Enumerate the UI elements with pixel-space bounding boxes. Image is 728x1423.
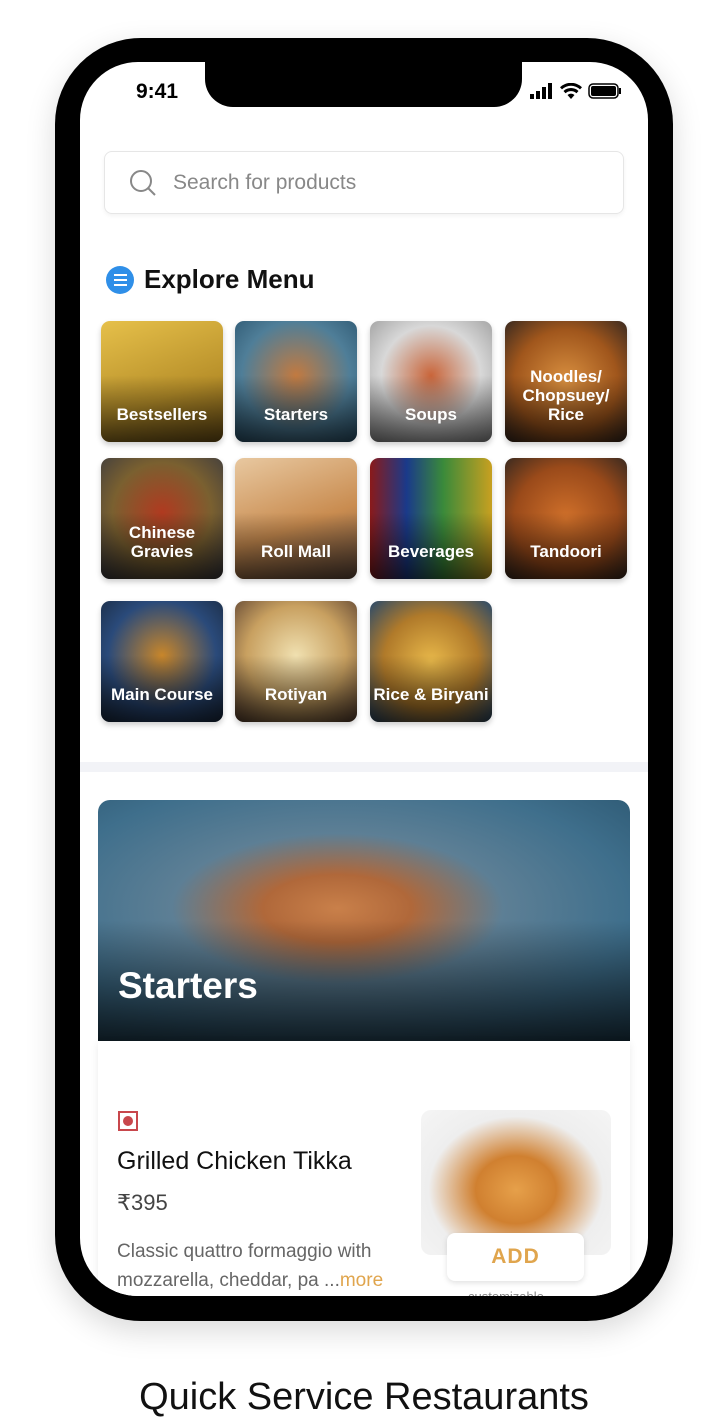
search-placeholder: Search for products [173, 170, 357, 194]
notch [205, 62, 522, 107]
category-label: Bestsellers [116, 405, 208, 424]
category-tile[interactable]: Rice & Biryani [370, 601, 492, 722]
category-label: Rice & Biryani [373, 685, 489, 704]
app-screen: 9:41 Search for products Explore Menu Be… [80, 62, 648, 1296]
category-tile[interactable]: Rotiyan [235, 601, 357, 722]
category-label: Rotiyan [264, 685, 328, 704]
category-tile[interactable]: Tandoori [505, 458, 627, 579]
customizable-label: customizable [468, 1289, 544, 1296]
item-description: Classic quattro formaggio with mozzarell… [117, 1237, 407, 1295]
category-label: Beverages [387, 542, 474, 561]
explore-menu-title: Explore Menu [144, 264, 315, 294]
category-tile[interactable]: Beverages [370, 458, 492, 579]
caption: Quick Service Restaurants [139, 1376, 589, 1418]
item-price: ₹395 [117, 1190, 168, 1215]
category-tile[interactable]: Roll Mall [235, 458, 357, 579]
category-label: Noodles/ Chopsuey/ Rice [522, 367, 610, 424]
category-tile[interactable]: Main Course [101, 601, 223, 722]
add-button[interactable]: ADD [447, 1233, 584, 1281]
category-label: Starters [263, 405, 329, 424]
item-name: Grilled Chicken Tikka [117, 1147, 352, 1175]
description-text: Classic quattro formaggio with mozzarell… [117, 1241, 372, 1291]
more-link[interactable]: more [340, 1270, 383, 1291]
category-tile[interactable]: Chinese Gravies [101, 458, 223, 579]
battery-icon [588, 83, 621, 99]
category-tile[interactable]: Starters [235, 321, 357, 442]
category-tile[interactable]: Bestsellers [101, 321, 223, 442]
status-time: 9:41 [136, 80, 179, 103]
menu-item-card[interactable]: Grilled Chicken Tikka ₹395 Classic quatt… [98, 1041, 630, 1296]
search-input[interactable]: Search for products [104, 151, 624, 214]
category-label: Main Course [110, 685, 214, 704]
category-tile[interactable]: Soups [370, 321, 492, 442]
explore-menu-header: Explore Menu [106, 264, 314, 295]
menu-list-icon [106, 265, 134, 294]
non-veg-indicator-icon [118, 1111, 138, 1131]
signal-icon [530, 83, 552, 99]
category-label: Roll Mall [261, 542, 331, 561]
section-divider [80, 762, 648, 772]
section-title: Starters [118, 965, 258, 1006]
search-icon [130, 169, 156, 196]
status-icons [530, 83, 622, 99]
category-tile[interactable]: Noodles/ Chopsuey/ Rice [505, 321, 627, 442]
wifi-icon [560, 83, 582, 99]
category-label: Tandoori [530, 542, 602, 561]
section-banner-starters[interactable]: Starters [98, 800, 630, 1041]
category-label: Soups [405, 405, 457, 424]
category-label: Chinese Gravies [128, 523, 196, 561]
